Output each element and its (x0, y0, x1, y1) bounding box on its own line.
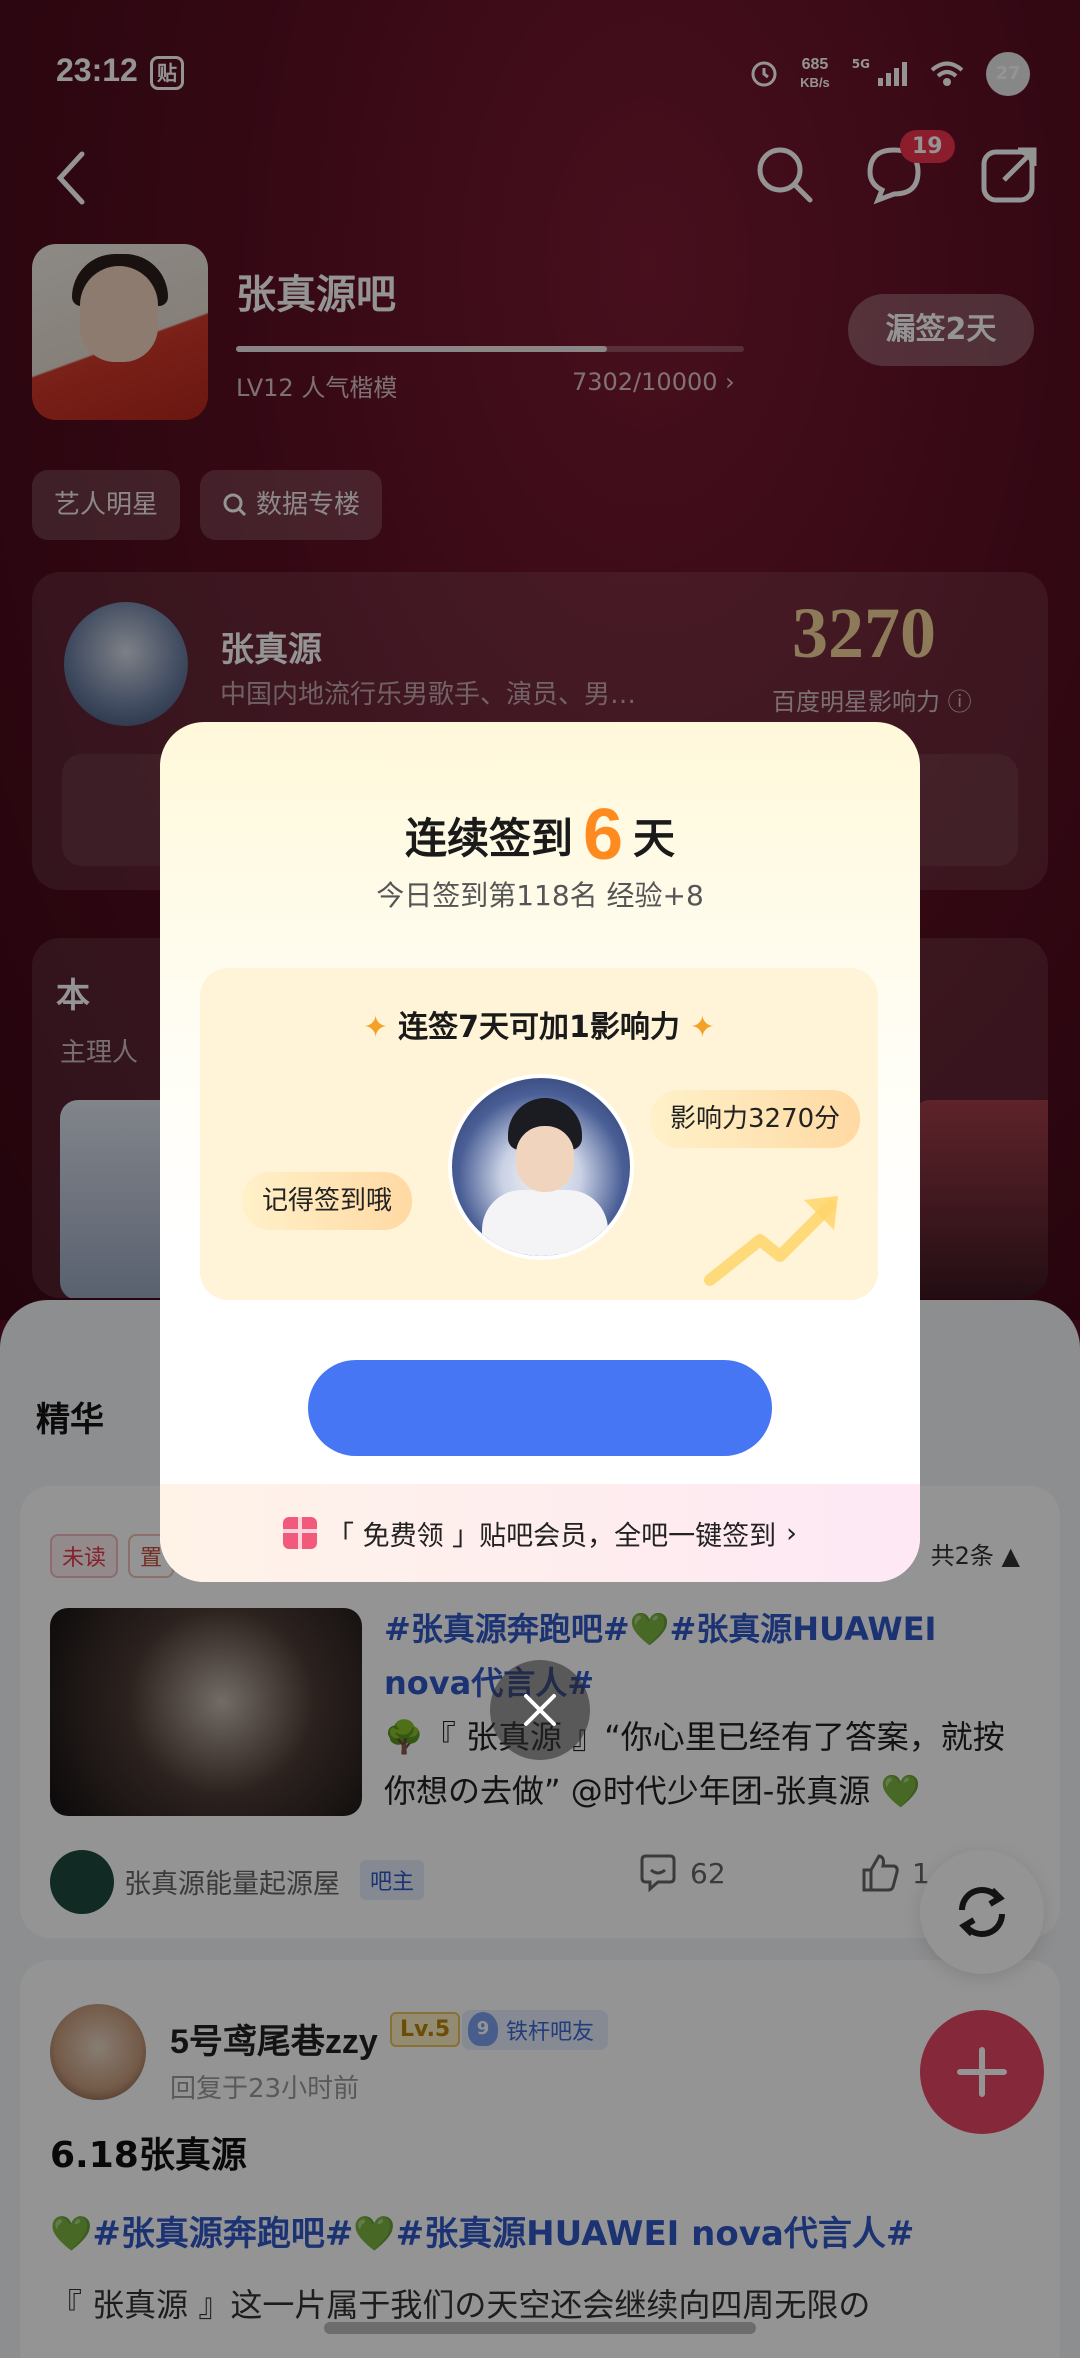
sparkle-icon: ✦ (689, 1010, 716, 1045)
reward-panel: ✦ 连签7天可加1影响力 ✦ 记得签到哦 影响力3270分 (200, 968, 878, 1300)
reward-panel-title: ✦ 连签7天可加1影响力 ✦ (362, 1010, 716, 1045)
dialog-title: 连续签到 6 天 (404, 795, 676, 875)
influence-bubble: 影响力3270分 (650, 1090, 861, 1148)
reminder-bubble: 记得签到哦 (242, 1172, 413, 1230)
close-icon (524, 1694, 556, 1726)
close-dialog-button[interactable] (490, 1660, 590, 1760)
sign-in-success-dialog: 连续签到 6 天 今日签到第118名 经验+8 ✦ 连签7天可加1影响力 ✦ 记得签到哦… (160, 722, 920, 1582)
sparkle-icon: ✦ (362, 1010, 389, 1045)
gift-icon (283, 1517, 317, 1549)
vip-promo-banner[interactable]: 「 免费领 」贴吧会员，全吧一键签到 › (160, 1484, 920, 1582)
streak-days: 6 (582, 795, 624, 875)
dialog-subtitle: 今日签到第118名 经验+8 (376, 879, 704, 912)
chevron-right-icon: › (786, 1517, 797, 1549)
confirm-button[interactable] (308, 1360, 772, 1456)
trend-arrow-icon (704, 1196, 838, 1286)
star-avatar (448, 1074, 634, 1260)
